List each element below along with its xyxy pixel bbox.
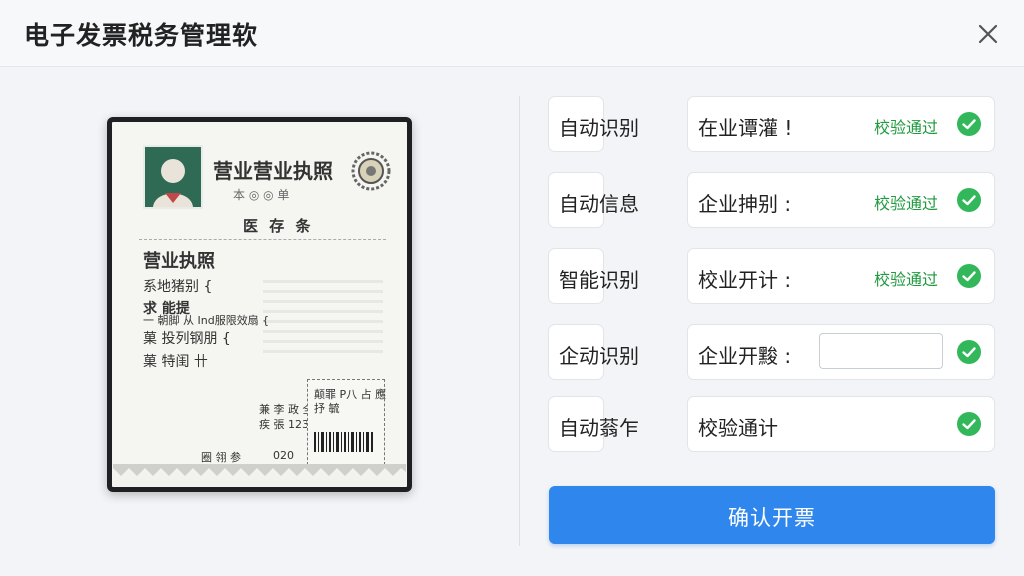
check-circle-icon <box>957 188 981 212</box>
form-row: 企动识别 企业开黢 : <box>549 325 995 379</box>
row-label: 自动识别 <box>559 116 639 140</box>
license-small-text: 疾 張 123 <box>259 418 309 431</box>
faint-text-area <box>263 273 383 353</box>
field-value: 企业抻别 : <box>698 192 792 216</box>
row-field[interactable]: 在业谭灌 ! 校验通过 <box>688 97 994 151</box>
form-row: 智能识别 校业开计 : 校验通过 <box>549 249 995 303</box>
license-line: 菓 特闺 卄 <box>143 354 208 370</box>
divider <box>139 239 386 240</box>
barcode-icon <box>314 432 373 452</box>
check-circle-icon <box>957 340 981 364</box>
seal-icon <box>351 151 391 191</box>
row-label: 智能识别 <box>559 268 639 292</box>
check-circle-icon <box>957 112 981 136</box>
license-small-text: 圈 翎 参 <box>201 451 241 464</box>
row-label: 企动识别 <box>559 344 639 368</box>
license-title: 营业营业执照 <box>213 159 333 183</box>
title-bar: 电子发票税务管理软 <box>0 0 1024 67</box>
form-row: 自动蓊乍 校验通计 <box>549 397 995 451</box>
license-line: 一 朝脚 从 Ind服限效扇 { <box>143 314 270 327</box>
row-label-box: 智能识别 <box>549 249 639 303</box>
panel-divider <box>519 96 520 546</box>
row-field[interactable]: 企业抻别 : 校验通过 <box>688 173 994 227</box>
row-label-box: 自动信息 <box>549 173 639 227</box>
text-input[interactable] <box>819 333 943 369</box>
check-circle-icon <box>957 264 981 288</box>
license-line: 菓 投列钢朋 { <box>143 331 231 347</box>
stamp-text: 抒 毓 <box>314 402 340 415</box>
license-heading: 营业执照 <box>143 251 215 272</box>
status-text: 校验通过 <box>874 118 939 137</box>
license-sub-row: 本 ◎ ◎ 单 <box>233 188 290 202</box>
row-label-box: 自动识别 <box>549 97 639 151</box>
status-text: 校验通过 <box>874 270 939 289</box>
field-value: 校业开计 : <box>698 268 792 292</box>
license-small-text: 兼 李 政 全 <box>259 403 314 416</box>
row-label: 自动信息 <box>559 192 639 216</box>
close-button[interactable] <box>972 18 1004 50</box>
license-line: 系地猪别 { <box>143 279 213 295</box>
license-image: 营业营业执照 本 ◎ ◎ 单 医 存 条 营业执照 系地猪别 { 求 能提 一 … <box>107 117 412 492</box>
row-label-box: 自动蓊乍 <box>549 397 639 451</box>
row-label-box: 企动识别 <box>549 325 639 379</box>
close-icon <box>978 24 998 44</box>
torn-edge <box>113 464 406 486</box>
license-small-text: 020 <box>273 449 294 462</box>
form-row: 自动识别 在业谭灌 ! 校验通过 <box>549 97 995 151</box>
row-field: 企业开黢 : <box>688 325 994 379</box>
confirm-label: 确认开票 <box>728 506 816 530</box>
status-text: 校验通过 <box>874 194 939 213</box>
window-title: 电子发票税务管理软 <box>24 21 259 50</box>
license-subtitle: 医 存 条 <box>243 217 314 235</box>
app-window: 电子发票税务管理软 营业营业执照 本 ◎ ◎ 单 医 存 条 营业执照 系地猪别… <box>0 0 1024 576</box>
field-value: 校验通计 <box>698 416 778 440</box>
form-row: 自动信息 企业抻别 : 校验通过 <box>549 173 995 227</box>
row-label: 自动蓊乍 <box>559 416 639 440</box>
confirm-invoice-button[interactable]: 确认开票 <box>549 486 995 544</box>
field-value: 企业开黢 : <box>698 344 792 368</box>
stamp-box: 颠罪 P八 占 應 抒 毓 <box>307 379 386 465</box>
id-photo <box>143 145 203 209</box>
row-field[interactable]: 校业开计 : 校验通过 <box>688 249 994 303</box>
check-circle-icon <box>957 412 981 436</box>
row-field[interactable]: 校验通计 <box>688 397 994 451</box>
field-value: 在业谭灌 ! <box>698 116 793 140</box>
